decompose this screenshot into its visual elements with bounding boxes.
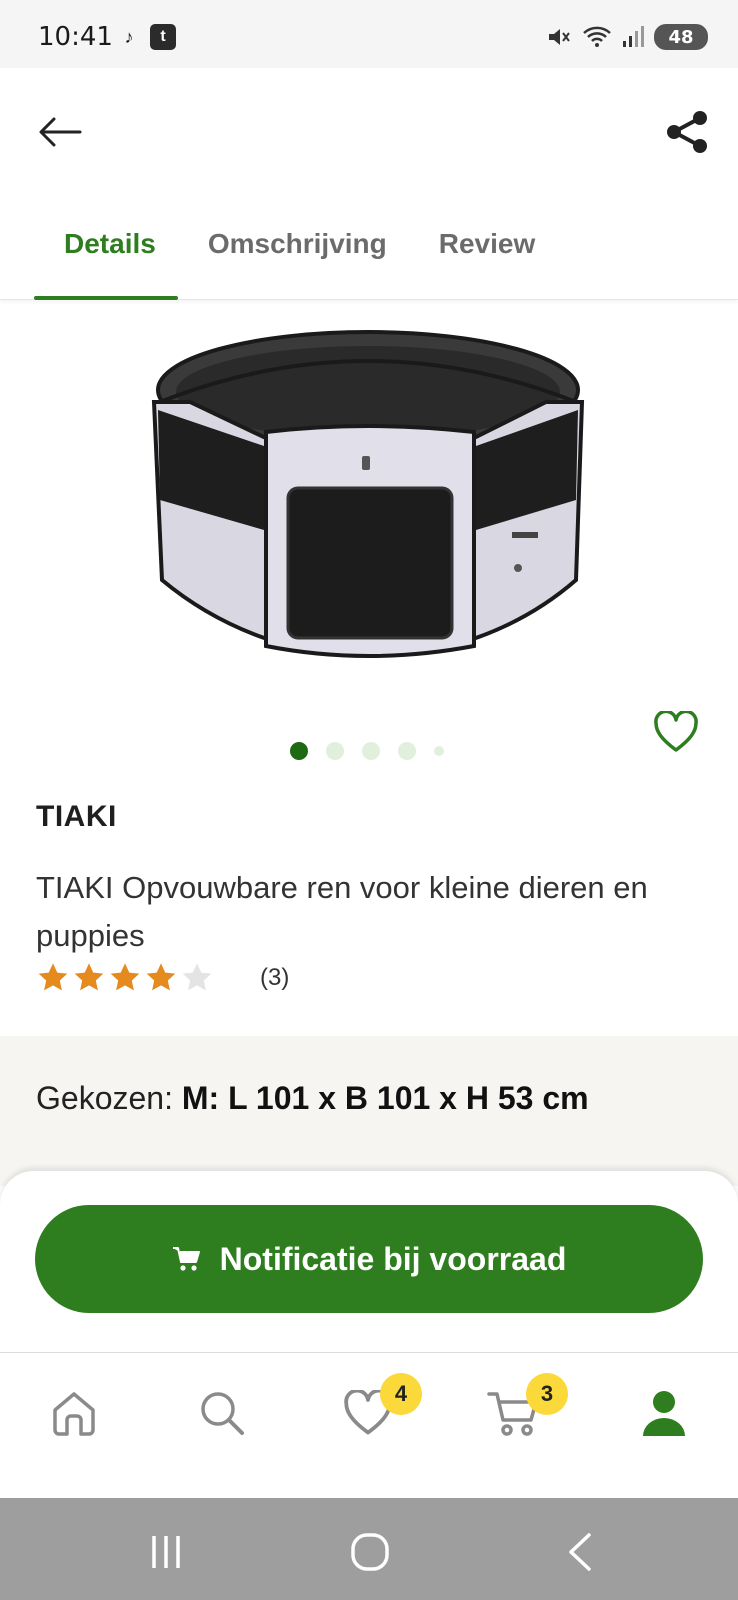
star-filled-icon bbox=[74, 963, 104, 991]
recent-apps-button[interactable] bbox=[142, 1530, 190, 1574]
nav-favorites[interactable]: 4 bbox=[338, 1373, 422, 1443]
star-filled-icon bbox=[146, 963, 176, 991]
product-image[interactable] bbox=[140, 320, 600, 680]
notify-stock-label: Notificatie bij voorraad bbox=[219, 1240, 567, 1277]
chosen-label: Gekozen: bbox=[36, 1080, 182, 1116]
app-header: Details Omschrijving Review bbox=[0, 68, 738, 300]
system-nav-bar bbox=[0, 1498, 738, 1600]
back-system-button[interactable] bbox=[556, 1530, 604, 1574]
status-time: 10:41 bbox=[38, 22, 113, 52]
favorites-count-badge: 4 bbox=[380, 1373, 422, 1415]
carousel-dot[interactable] bbox=[362, 742, 380, 760]
notify-stock-button[interactable]: Notificatie bij voorraad bbox=[35, 1205, 703, 1313]
carousel-dot[interactable] bbox=[326, 742, 344, 760]
nav-search[interactable] bbox=[192, 1383, 252, 1443]
carousel-dots bbox=[290, 742, 444, 760]
star-filled-icon bbox=[110, 963, 140, 991]
playpen-image bbox=[151, 330, 585, 658]
tab-review[interactable]: Review bbox=[409, 202, 558, 300]
arrow-left-icon bbox=[39, 117, 82, 147]
home-circle-icon bbox=[351, 1533, 389, 1571]
status-indicators: 48 bbox=[546, 24, 708, 50]
cart-icon bbox=[172, 1247, 200, 1271]
search-icon bbox=[201, 1392, 244, 1435]
product-rating[interactable]: (3) bbox=[36, 962, 289, 994]
home-icon bbox=[53, 1392, 95, 1436]
carousel-dot[interactable] bbox=[434, 746, 444, 756]
t-app-icon: t bbox=[150, 24, 176, 50]
rating-count: (3) bbox=[260, 964, 290, 991]
user-icon bbox=[643, 1391, 685, 1436]
nav-account[interactable] bbox=[634, 1383, 694, 1443]
status-app-icons: ♪ t bbox=[116, 24, 176, 50]
chosen-value: M: L 101 x B 101 x H 53 cm bbox=[181, 1080, 589, 1116]
cart-count-badge: 3 bbox=[526, 1373, 568, 1415]
cta-card: Notificatie bij voorraad bbox=[0, 1170, 738, 1352]
rating-stars bbox=[36, 962, 214, 994]
battery-indicator: 48 bbox=[654, 24, 708, 50]
star-empty-icon bbox=[182, 963, 212, 991]
share-button[interactable] bbox=[662, 106, 714, 158]
nav-home[interactable] bbox=[44, 1383, 104, 1443]
signal-icon bbox=[623, 26, 644, 47]
product-tabs: Details Omschrijving Review bbox=[34, 202, 557, 300]
mute-icon bbox=[549, 29, 570, 45]
status-bar: 10:41 ♪ t 48 bbox=[0, 0, 738, 68]
heart-outline-icon bbox=[654, 711, 698, 752]
share-icon bbox=[667, 111, 707, 153]
back-button[interactable] bbox=[36, 108, 84, 156]
recent-apps-icon bbox=[152, 1536, 180, 1568]
carousel-dot[interactable] bbox=[290, 742, 308, 760]
star-filled-icon bbox=[38, 963, 68, 991]
product-brand[interactable]: TIAKI bbox=[36, 800, 117, 834]
wifi-icon bbox=[583, 26, 611, 47]
product-title: TIAKI Opvouwbare ren voor kleine dieren … bbox=[36, 870, 648, 953]
favorite-button[interactable] bbox=[652, 708, 700, 756]
bottom-nav: 4 3 bbox=[0, 1352, 738, 1498]
chosen-variant[interactable]: Gekozen: M: L 101 x B 101 x H 53 cm bbox=[36, 1080, 589, 1117]
nav-cart[interactable]: 3 bbox=[484, 1373, 568, 1443]
tiktok-icon: ♪ bbox=[124, 26, 134, 47]
tab-details[interactable]: Details bbox=[34, 202, 178, 300]
tab-omschrijving[interactable]: Omschrijving bbox=[178, 202, 409, 300]
carousel-dot[interactable] bbox=[398, 742, 416, 760]
chevron-left-icon bbox=[569, 1533, 591, 1571]
home-system-button[interactable] bbox=[346, 1530, 394, 1574]
variant-section: Gekozen: M: L 101 x B 101 x H 53 cm bbox=[0, 1036, 738, 1186]
